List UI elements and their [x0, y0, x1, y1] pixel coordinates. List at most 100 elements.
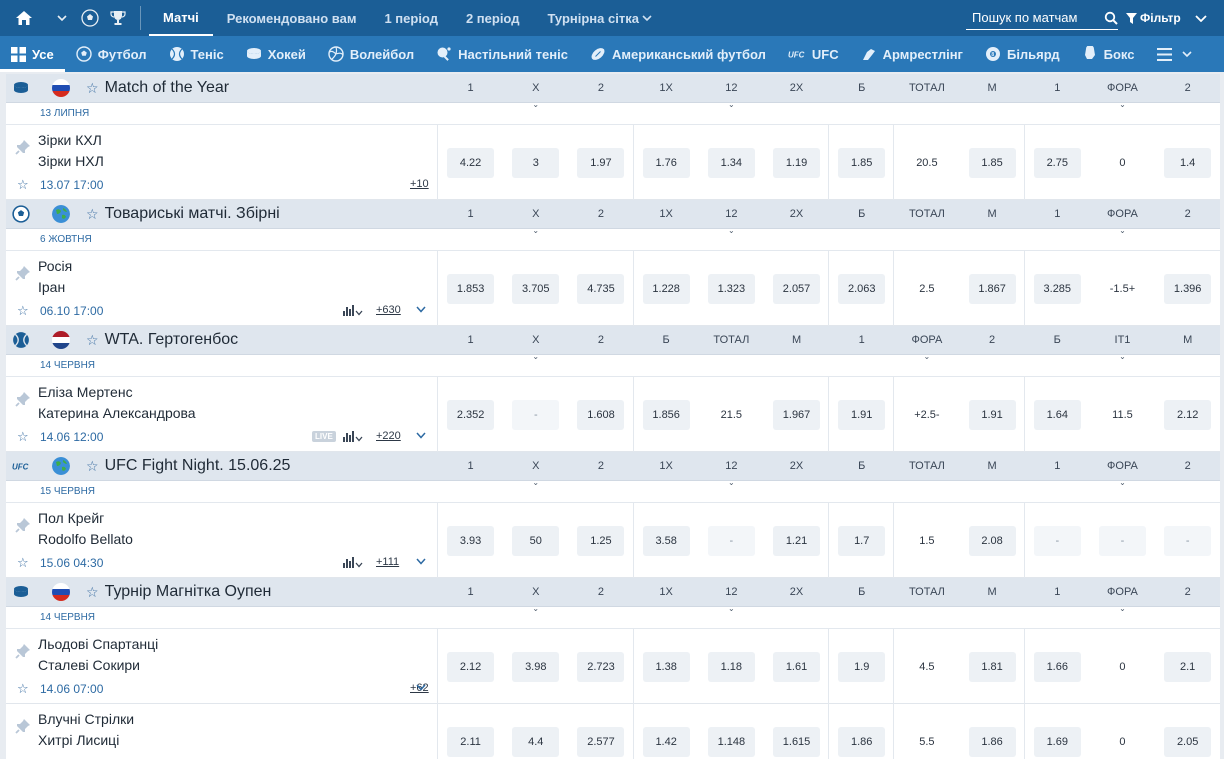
star-icon[interactable]: ☆: [17, 429, 29, 445]
chevron-down-icon[interactable]: [416, 431, 426, 442]
pin-icon[interactable]: [15, 517, 31, 536]
odds-button[interactable]: 1.856: [642, 399, 690, 430]
column-header[interactable]: X ⌄: [503, 452, 568, 487]
column-header[interactable]: 12 ⌄: [699, 74, 764, 109]
column-header[interactable]: Б: [634, 326, 699, 355]
column-header[interactable]: 2X: [764, 74, 829, 103]
odds-button[interactable]: 1.148: [707, 726, 755, 757]
trophy-icon[interactable]: [104, 0, 132, 36]
odds-button[interactable]: 1.81: [968, 651, 1016, 682]
column-header[interactable]: X ⌄: [503, 578, 568, 613]
odds-button[interactable]: 1.91: [968, 399, 1016, 430]
star-icon[interactable]: ☆: [86, 80, 99, 97]
pin-icon[interactable]: [15, 391, 31, 410]
star-icon[interactable]: ☆: [17, 303, 29, 319]
odds-button[interactable]: 1.18: [707, 651, 755, 682]
soccer-ball-icon[interactable]: [76, 0, 104, 36]
sport-tab-american-football[interactable]: Американський футбол: [579, 36, 777, 72]
search-input[interactable]: Пошук по матчам: [966, 6, 1118, 30]
chevron-down-icon[interactable]: [416, 683, 426, 694]
odds-button[interactable]: 1.615: [773, 726, 821, 757]
event-row[interactable]: Пол Крейг Rodolfo Bellato ☆ 15.06 04:30 …: [6, 503, 1220, 578]
column-header[interactable]: X ⌄: [503, 200, 568, 235]
odds-button[interactable]: 1.967: [773, 399, 821, 430]
tab-bracket[interactable]: Турнірна сітка: [533, 0, 666, 36]
odds-button[interactable]: 1.91: [838, 399, 886, 430]
team-away[interactable]: Rodolfo Bellato: [38, 531, 133, 547]
tab-matches[interactable]: Матчі: [149, 0, 213, 36]
column-header[interactable]: 1: [438, 200, 503, 229]
odds-button[interactable]: 2.577: [577, 726, 625, 757]
odds-button[interactable]: 1.42: [642, 726, 690, 757]
team-away[interactable]: Катерина Александрова: [38, 405, 196, 421]
odds-button[interactable]: 2.12: [1164, 399, 1212, 430]
column-header[interactable]: М: [960, 74, 1025, 103]
team-home[interactable]: Пол Крейг: [38, 510, 104, 526]
odds-button[interactable]: 3: [512, 147, 560, 178]
column-header[interactable]: 1: [438, 578, 503, 607]
odds-button[interactable]: 1.7: [838, 525, 886, 556]
team-away[interactable]: Іран: [38, 279, 65, 295]
odds-button[interactable]: 2.75: [1033, 147, 1081, 178]
odds-button[interactable]: 4.735: [577, 273, 625, 304]
event-row[interactable]: Влучні Стрілки Хитрі Лисиці 2.11 4.4 2.577…: [6, 704, 1220, 759]
column-header[interactable]: ТОТАЛ: [699, 326, 764, 355]
league-header[interactable]: UFC ☆ UFC Fight Night. 15.06.25 1 X ⌄ 2 1X 12…: [6, 452, 1220, 487]
column-header[interactable]: ФОРА ⌄: [1090, 200, 1155, 235]
odds-button[interactable]: 4.22: [447, 147, 495, 178]
sport-tab-billiards[interactable]: 8 Більярд: [974, 36, 1071, 72]
sport-tab-tennis[interactable]: Теніс: [158, 36, 235, 72]
odds-button[interactable]: 1.9: [838, 651, 886, 682]
column-header[interactable]: ФОРА ⌄: [894, 326, 959, 361]
column-header[interactable]: 12 ⌄: [699, 578, 764, 613]
column-header[interactable]: X ⌄: [503, 326, 568, 361]
column-header[interactable]: 2X: [764, 452, 829, 481]
odds-button[interactable]: 2.05: [1164, 726, 1212, 757]
sport-tab-hockey[interactable]: Хокей: [235, 36, 317, 72]
odds-button[interactable]: 1.86: [838, 726, 886, 757]
column-header[interactable]: 2: [1155, 578, 1220, 607]
statistics-icon[interactable]: [343, 557, 363, 571]
odds-button[interactable]: 1.61: [773, 651, 821, 682]
team-away[interactable]: Сталеві Сокири: [38, 657, 140, 673]
odds-button[interactable]: 3.93: [447, 525, 495, 556]
odds-button[interactable]: 1.76: [642, 147, 690, 178]
team-away[interactable]: Хитрі Лисиці: [38, 732, 119, 748]
odds-button[interactable]: 1.323: [707, 273, 755, 304]
column-header[interactable]: 1: [1025, 200, 1090, 229]
column-header[interactable]: 2: [568, 578, 633, 607]
team-home[interactable]: Льодові Спартанці: [38, 636, 158, 652]
event-row[interactable]: Росія Іран ☆ 06.10 17:00 +630 1.853 3.705…: [6, 251, 1220, 326]
star-icon[interactable]: ☆: [86, 332, 99, 349]
column-header[interactable]: М: [1155, 326, 1220, 355]
more-markets-link[interactable]: +220: [376, 430, 401, 442]
column-header[interactable]: 2: [960, 326, 1025, 355]
column-header[interactable]: ФОРА ⌄: [1090, 578, 1155, 613]
odds-button[interactable]: 2.057: [773, 273, 821, 304]
column-header[interactable]: Б: [1025, 326, 1090, 355]
sport-tab-more[interactable]: [1146, 36, 1209, 72]
column-header[interactable]: 12 ⌄: [699, 200, 764, 235]
chevron-down-icon[interactable]: [416, 305, 426, 316]
odds-button[interactable]: 1.25: [577, 525, 625, 556]
odds-button[interactable]: 2.723: [577, 651, 625, 682]
star-icon[interactable]: ☆: [86, 584, 99, 601]
tab-period-2[interactable]: 2 період: [452, 0, 534, 36]
event-row[interactable]: Льодові Спартанці Сталеві Сокири ☆ 14.06…: [6, 629, 1220, 704]
column-header[interactable]: 1: [1025, 452, 1090, 481]
search-icon[interactable]: [1104, 11, 1118, 25]
sport-tab-boxing[interactable]: Бокс: [1071, 36, 1146, 72]
star-icon[interactable]: ☆: [17, 555, 29, 571]
odds-button[interactable]: 2.12: [447, 651, 495, 682]
more-markets-link[interactable]: +111: [376, 556, 399, 568]
column-header[interactable]: 1X: [634, 452, 699, 481]
odds-button[interactable]: 1.97: [577, 147, 625, 178]
league-header[interactable]: ☆ Товариські матчі. Збірні 1 X ⌄ 2 1X 12 ⌄ 2X Б Т…: [6, 200, 1220, 235]
odds-button[interactable]: 4.4: [512, 726, 560, 757]
more-markets-link[interactable]: +10: [410, 178, 429, 190]
column-header[interactable]: 2: [1155, 200, 1220, 229]
column-header[interactable]: Б: [829, 200, 894, 229]
odds-button[interactable]: 3.98: [512, 651, 560, 682]
column-header[interactable]: М: [960, 452, 1025, 481]
column-header[interactable]: 2: [1155, 452, 1220, 481]
